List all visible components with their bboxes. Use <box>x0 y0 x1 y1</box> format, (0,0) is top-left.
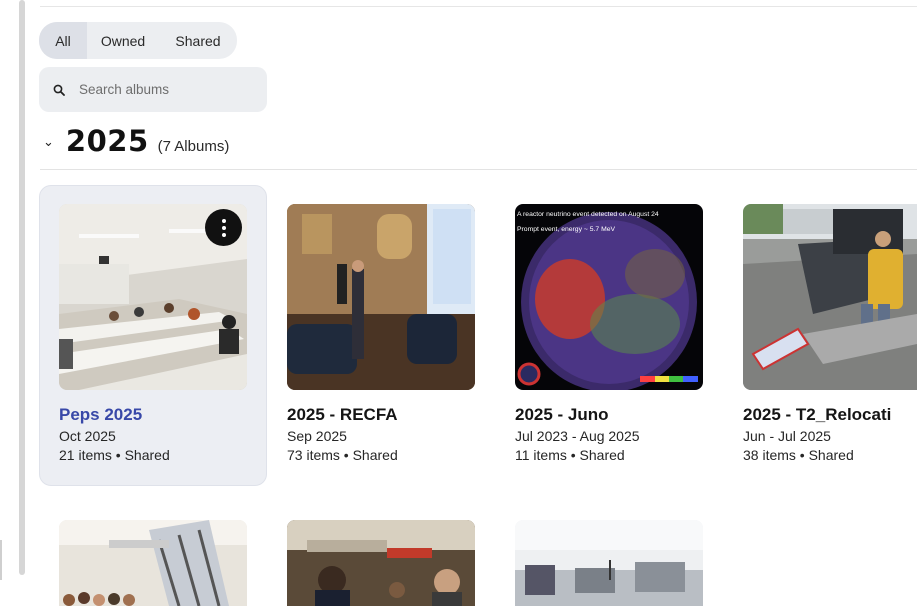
album-date: Sep 2025 <box>287 428 347 444</box>
section-album-count: (7 Albums) <box>157 138 230 155</box>
album-meta: 73 items • Shared <box>287 447 398 463</box>
album-date: Oct 2025 <box>59 428 116 444</box>
section-divider <box>40 169 917 170</box>
album-meta: 21 items • Shared <box>59 447 170 463</box>
album-title[interactable]: 2025 - T2_Relocati <box>743 405 891 425</box>
search-icon <box>53 84 65 96</box>
album-title[interactable]: 2025 - Juno <box>515 405 609 425</box>
filter-shared-chip[interactable]: Shared <box>159 22 237 59</box>
rail-mark <box>0 540 2 580</box>
album-title[interactable]: Peps 2025 <box>59 405 142 425</box>
scrollbar[interactable] <box>19 0 25 575</box>
album-date: Jun - Jul 2025 <box>743 428 831 444</box>
chevron-down-icon[interactable]: ⌄ <box>43 134 54 150</box>
album-more-options-button[interactable] <box>205 209 242 246</box>
filter-all-chip[interactable]: All <box>39 22 87 59</box>
album-thumbnail[interactable] <box>515 520 703 606</box>
album-thumbnail[interactable] <box>287 204 475 390</box>
album-thumbnail[interactable]: A reactor neutrino event detected on Aug… <box>515 204 703 390</box>
search-box[interactable] <box>39 67 267 112</box>
section-header: ⌄ 2025 (7 Albums) <box>43 124 229 160</box>
search-input[interactable] <box>79 82 249 97</box>
album-date: Jul 2023 - Aug 2025 <box>515 428 640 444</box>
top-divider <box>40 6 917 7</box>
album-title[interactable]: 2025 - RECFA <box>287 405 398 425</box>
album-thumbnail[interactable] <box>287 520 475 606</box>
thumb-caption-line-2: Prompt event, energy ~ 5.7 MeV <box>517 226 616 233</box>
album-meta: 38 items • Shared <box>743 447 854 463</box>
section-year: 2025 <box>65 124 149 158</box>
album-thumbnail[interactable] <box>743 204 917 390</box>
filter-segmented-control: All Owned Shared <box>39 22 237 59</box>
more-vert-icon <box>221 217 226 238</box>
album-meta: 11 items • Shared <box>515 447 625 463</box>
thumb-caption-line-1: A reactor neutrino event detected on Aug… <box>517 211 659 218</box>
left-rail <box>0 0 16 606</box>
album-thumbnail[interactable] <box>59 520 247 606</box>
filter-owned-chip[interactable]: Owned <box>87 22 159 59</box>
